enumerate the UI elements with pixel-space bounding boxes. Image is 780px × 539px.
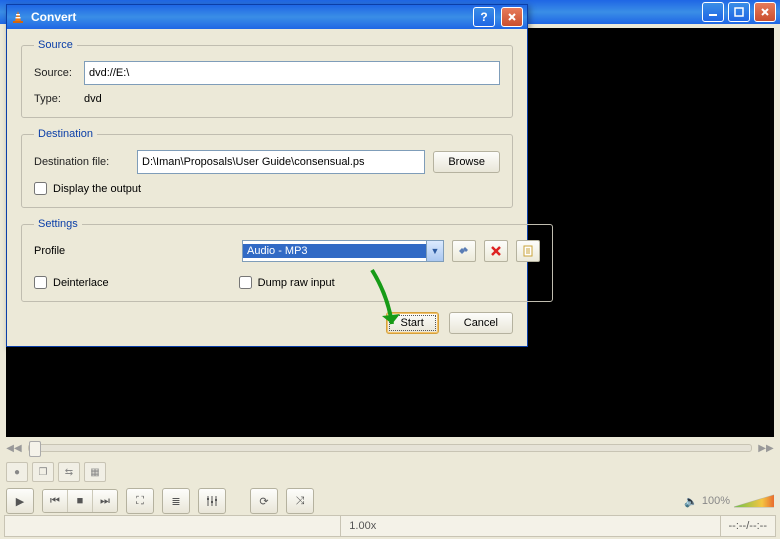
seek-track[interactable] [28, 444, 752, 452]
destination-group: Destination Destination file: Browse Dis… [21, 128, 513, 208]
volume-slider[interactable] [734, 493, 774, 509]
dump-raw-label: Dump raw input [258, 277, 335, 289]
status-bar: 1.00x --:--/--:-- [4, 515, 776, 537]
dest-input[interactable] [137, 150, 425, 174]
playlist-button[interactable]: ≣ [162, 488, 190, 514]
type-value: dvd [84, 93, 102, 105]
player-controls: ▶ ⏮ ■ ⏭ ⛶ ≣ ⟳ ⤨ 🔈 100% [6, 488, 774, 514]
volume-area: 🔈 100% [684, 493, 774, 509]
dialog-footer: Start Cancel [21, 312, 513, 334]
time-display: --:--/--:-- [720, 516, 775, 536]
display-output-label: Display the output [53, 183, 141, 195]
seek-fwd-icon[interactable]: ▶▶ [758, 442, 774, 454]
dialog-title: Convert [31, 10, 467, 24]
speaker-icon[interactable]: 🔈 [684, 495, 698, 508]
main-close-button[interactable] [754, 2, 776, 22]
seek-back-icon[interactable]: ◀◀ [6, 442, 22, 454]
seek-thumb[interactable] [29, 441, 41, 457]
profile-label: Profile [34, 245, 234, 257]
display-output-checkbox[interactable] [34, 182, 47, 195]
snapshot-icon[interactable]: ❐ [32, 462, 54, 482]
minimize-button[interactable] [702, 2, 724, 22]
record-icon[interactable]: ● [6, 462, 28, 482]
frame-icon[interactable]: ▦ [84, 462, 106, 482]
source-label: Source: [34, 67, 76, 79]
delete-profile-button[interactable] [484, 240, 508, 262]
play-button[interactable]: ▶ [6, 488, 34, 514]
settings-legend: Settings [34, 218, 82, 230]
dialog-close-button[interactable] [501, 7, 523, 27]
source-input[interactable] [84, 61, 500, 85]
mini-toolbar: ● ❐ ⇆ ▦ [6, 460, 774, 484]
transport-group: ⏮ ■ ⏭ [42, 489, 118, 513]
dump-raw-checkbox[interactable] [239, 276, 252, 289]
playback-speed[interactable]: 1.00x [340, 516, 384, 536]
start-button[interactable]: Start [386, 312, 439, 334]
dialog-body: Source Source: Type: dvd Destination Des… [7, 29, 527, 346]
shuffle-button[interactable]: ⤨ [286, 488, 314, 514]
dialog-titlebar: Convert ? [7, 5, 527, 29]
volume-percent: 100% [702, 495, 730, 507]
deinterlace-checkbox[interactable] [34, 276, 47, 289]
profile-combobox[interactable]: Audio - MP3 ▼ [242, 240, 444, 262]
profile-selected: Audio - MP3 [243, 244, 426, 258]
edit-profile-button[interactable] [452, 240, 476, 262]
stop-button[interactable]: ■ [68, 490, 93, 512]
dest-label: Destination file: [34, 156, 129, 168]
new-profile-button[interactable] [516, 240, 540, 262]
browse-button[interactable]: Browse [433, 151, 500, 173]
help-button[interactable]: ? [473, 7, 495, 27]
prev-button[interactable]: ⏮ [43, 490, 68, 512]
app-window: ◀◀ ▶▶ ● ❐ ⇆ ▦ ▶ ⏮ ■ ⏭ ⛶ ≣ ⟳ ⤨ 🔈 100% [0, 0, 780, 539]
type-label: Type: [34, 93, 76, 105]
destination-legend: Destination [34, 128, 97, 140]
atob-icon[interactable]: ⇆ [58, 462, 80, 482]
source-legend: Source [34, 39, 77, 51]
loop-button[interactable]: ⟳ [250, 488, 278, 514]
cancel-button[interactable]: Cancel [449, 312, 513, 334]
seek-bar: ◀◀ ▶▶ [6, 440, 774, 456]
vlc-cone-icon [11, 10, 25, 24]
settings-group: Settings Profile Audio - MP3 ▼ [21, 218, 553, 302]
maximize-button[interactable] [728, 2, 750, 22]
chevron-down-icon: ▼ [426, 241, 443, 261]
fullscreen-button[interactable]: ⛶ [126, 488, 154, 514]
convert-dialog: Convert ? Source Source: Type: dvd [6, 4, 528, 347]
equalizer-icon[interactable] [198, 488, 226, 514]
source-group: Source Source: Type: dvd [21, 39, 513, 118]
next-button[interactable]: ⏭ [93, 490, 117, 512]
deinterlace-label: Deinterlace [53, 277, 109, 289]
